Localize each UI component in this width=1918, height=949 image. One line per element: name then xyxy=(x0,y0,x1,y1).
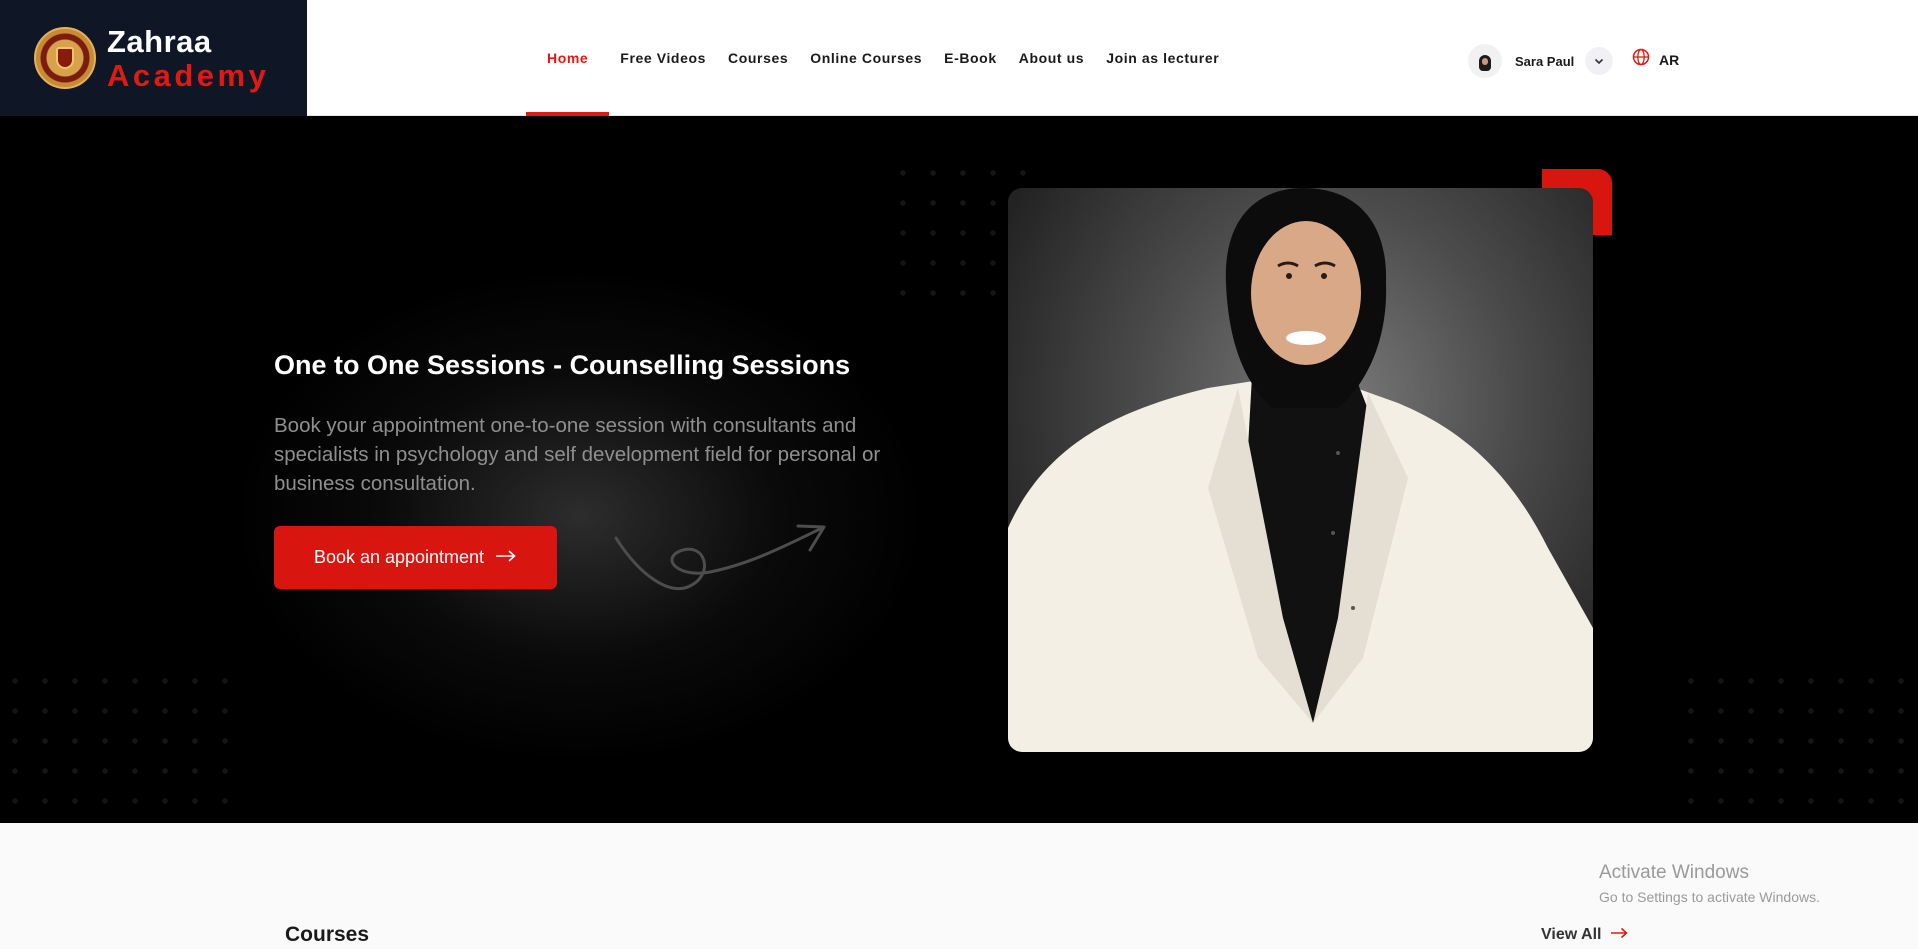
language-switcher[interactable]: AR xyxy=(1632,48,1679,71)
watermark-title: Activate Windows xyxy=(1599,862,1749,883)
logo[interactable]: Zahraa Academy xyxy=(0,0,307,116)
user-name[interactable]: Sara Paul xyxy=(1515,54,1574,69)
logo-text-line2: Academy xyxy=(107,58,270,93)
site-header: Zahraa Academy Home Free Videos Courses … xyxy=(0,0,1918,116)
windows-activation-watermark: Activate Windows Go to Settings to activ… xyxy=(1599,862,1820,905)
user-menu[interactable]: Sara Paul xyxy=(1468,44,1614,78)
nav-item-e-book[interactable]: E-Book xyxy=(933,0,1008,116)
nav-item-courses[interactable]: Courses xyxy=(717,0,799,116)
courses-heading: Courses xyxy=(285,923,370,946)
view-all-link[interactable]: View All xyxy=(1541,926,1629,944)
view-all-label: View All xyxy=(1541,926,1602,943)
arrow-right-icon xyxy=(1610,926,1629,944)
language-label: AR xyxy=(1659,51,1680,68)
dot-pattern-decoration xyxy=(1676,666,1906,823)
academy-seal-icon xyxy=(34,27,96,89)
nav-item-home[interactable]: Home xyxy=(526,0,610,116)
curly-arrow-decoration xyxy=(614,524,826,591)
watermark-subtitle: Go to Settings to activate Windows. xyxy=(1599,889,1820,905)
consultant-photo xyxy=(1008,188,1593,752)
main-nav: Home Free Videos Courses Online Courses … xyxy=(526,0,1230,116)
book-appointment-label: Book an appointment xyxy=(313,547,485,567)
nav-item-about-us[interactable]: About us xyxy=(1008,0,1095,116)
nav-item-join-as-lecturer[interactable]: Join as lecturer xyxy=(1095,0,1230,116)
logo-text-line1: Zahraa xyxy=(107,24,212,59)
chevron-down-icon[interactable] xyxy=(1585,47,1614,75)
consultant-portrait-illustration xyxy=(1008,188,1593,752)
nav-item-online-courses[interactable]: Online Courses xyxy=(799,0,933,116)
hero-title: One to One Sessions - Counselling Sessio… xyxy=(274,350,851,380)
user-avatar-icon[interactable] xyxy=(1468,44,1502,78)
book-appointment-button[interactable]: Book an appointment xyxy=(274,526,557,589)
hero-section: One to One Sessions - Counselling Sessio… xyxy=(0,116,1918,823)
dot-pattern-decoration xyxy=(0,666,240,823)
nav-item-free-videos[interactable]: Free Videos xyxy=(609,0,717,116)
hero-description: Book your appointment one-to-one session… xyxy=(274,414,881,495)
arrow-right-icon xyxy=(495,547,517,568)
globe-icon xyxy=(1632,48,1650,71)
